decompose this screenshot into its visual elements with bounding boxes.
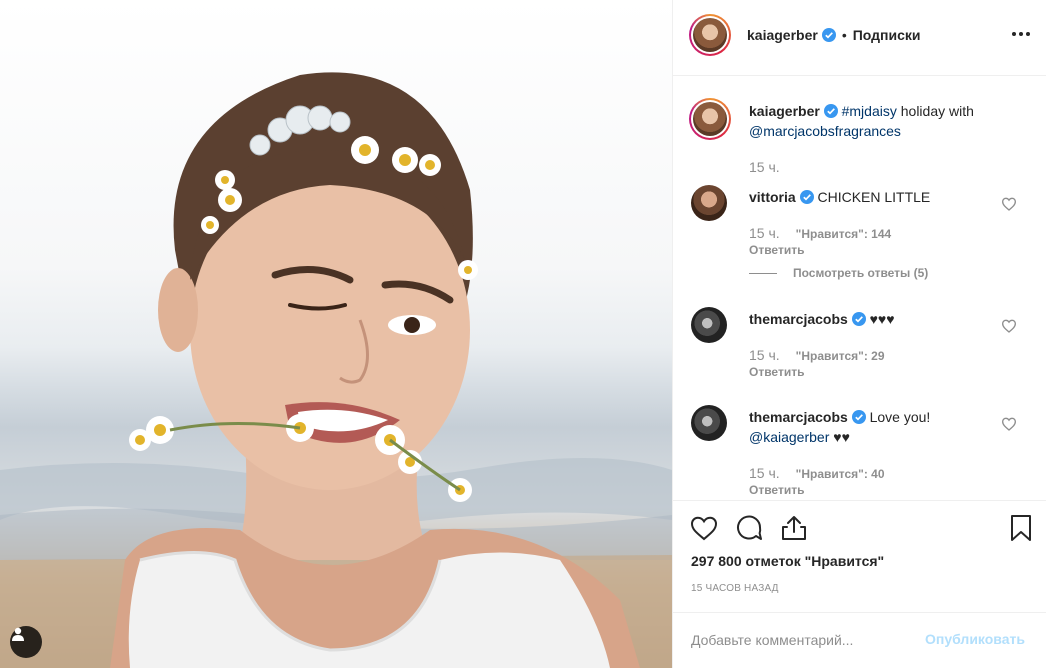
caption-mention[interactable]: @marcjacobsfragrances <box>749 123 901 139</box>
comment-3-text-after: ♥♥ <box>829 429 850 445</box>
add-comment-bar: Опубликовать <box>673 612 1046 668</box>
more-options-button[interactable] <box>1009 22 1033 46</box>
comment-3-time[interactable]: 15 ч. <box>749 465 780 481</box>
comment-2-meta: 15 ч. "Нравится": 29 <box>749 347 885 363</box>
comment-3-author[interactable]: themarcjacobs <box>749 409 848 425</box>
comment-2-likes[interactable]: "Нравится": 29 <box>796 349 885 363</box>
verified-badge-icon <box>851 410 866 424</box>
caption-time[interactable]: 15 ч. <box>749 159 780 175</box>
post-caption: kaiagerber #mjdaisy holiday with @marcja… <box>749 101 1019 141</box>
more-dots-icon <box>1012 32 1016 36</box>
comment-1-text-block: vittoria CHICKEN LITTLE <box>749 187 989 207</box>
verified-badge-icon <box>851 312 866 326</box>
view-replies-button[interactable]: Посмотреть ответы (5) <box>749 266 928 280</box>
post-actions: 297 800 отметок "Нравится" 15 часов наза… <box>673 500 1046 620</box>
post-photo[interactable] <box>0 0 672 668</box>
comment-2-time[interactable]: 15 ч. <box>749 347 780 363</box>
comment-2-author[interactable]: themarcjacobs <box>749 311 848 327</box>
following-button[interactable]: Подписки <box>853 27 921 43</box>
share-icon[interactable] <box>779 513 809 543</box>
caption-meta: 15 ч. <box>749 159 780 175</box>
user-tag-button[interactable] <box>10 626 42 658</box>
comment-bubble-icon[interactable] <box>734 513 764 543</box>
comment-3-mention[interactable]: @kaiagerber <box>749 429 829 445</box>
header-author-row: kaiagerber • Подписки <box>747 25 921 45</box>
commenter-avatar-themarcjacobs[interactable] <box>691 307 727 343</box>
caption-text: holiday with <box>896 103 974 119</box>
post-timestamp[interactable]: 15 часов назад <box>691 583 779 594</box>
caption-author-avatar[interactable] <box>689 98 731 140</box>
view-replies-line <box>749 272 777 274</box>
commenter-avatar-themarcjacobs-2[interactable] <box>691 405 727 441</box>
bookmark-icon[interactable] <box>1006 513 1036 543</box>
comment-2-text: ♥♥♥ <box>869 311 895 327</box>
comment-1-time[interactable]: 15 ч. <box>749 225 780 241</box>
heart-icon[interactable] <box>689 513 719 543</box>
caption-author-username[interactable]: kaiagerber <box>749 103 820 119</box>
post-header: kaiagerber • Подписки <box>673 0 1046 76</box>
comment-2-like-heart-icon[interactable] <box>1001 318 1017 334</box>
commenter-avatar-vittoria[interactable] <box>691 185 727 221</box>
comment-3-like-heart-icon[interactable] <box>1001 416 1017 432</box>
verified-badge-icon <box>799 190 814 204</box>
comment-2-reply-button[interactable]: Ответить <box>749 365 804 379</box>
add-comment-input[interactable] <box>691 629 921 651</box>
comment-3-text: Love you! <box>869 409 931 425</box>
comment-1-likes[interactable]: "Нравится": 144 <box>796 227 892 241</box>
user-tag-icon <box>12 627 24 641</box>
comment-1-author[interactable]: vittoria <box>749 189 796 205</box>
comment-3-meta: 15 ч. "Нравится": 40 <box>749 465 885 481</box>
comment-3-reply-button[interactable]: Ответить <box>749 483 804 497</box>
post-side-panel: kaiagerber • Подписки kaiagerber #mjdais… <box>672 0 1046 668</box>
comments-list[interactable]: kaiagerber #mjdaisy holiday with @marcja… <box>673 77 1046 499</box>
comment-1-like-heart-icon[interactable] <box>1001 196 1017 212</box>
publish-button[interactable]: Опубликовать <box>925 631 1025 647</box>
verified-badge-icon <box>823 104 838 118</box>
comment-1-meta: 15 ч. "Нравится": 144 <box>749 225 891 241</box>
comment-3-likes[interactable]: "Нравится": 40 <box>796 467 885 481</box>
verified-badge-icon <box>821 28 836 42</box>
comment-2-text-block: themarcjacobs ♥♥♥ <box>749 309 989 329</box>
caption-hashtag[interactable]: #mjdaisy <box>842 103 897 119</box>
comment-1-reply-button[interactable]: Ответить <box>749 243 804 257</box>
comment-1-text: CHICKEN LITTLE <box>817 189 931 205</box>
view-replies-label: Посмотреть ответы (5) <box>793 266 929 280</box>
likes-total[interactable]: 297 800 отметок "Нравится" <box>691 553 884 569</box>
author-avatar[interactable] <box>689 14 731 56</box>
separator-dot: • <box>841 27 847 43</box>
author-username[interactable]: kaiagerber <box>747 27 818 43</box>
comment-3-text-block: themarcjacobs Love you! @kaiagerber ♥♥ <box>749 407 989 447</box>
photo-illustration <box>0 72 672 668</box>
